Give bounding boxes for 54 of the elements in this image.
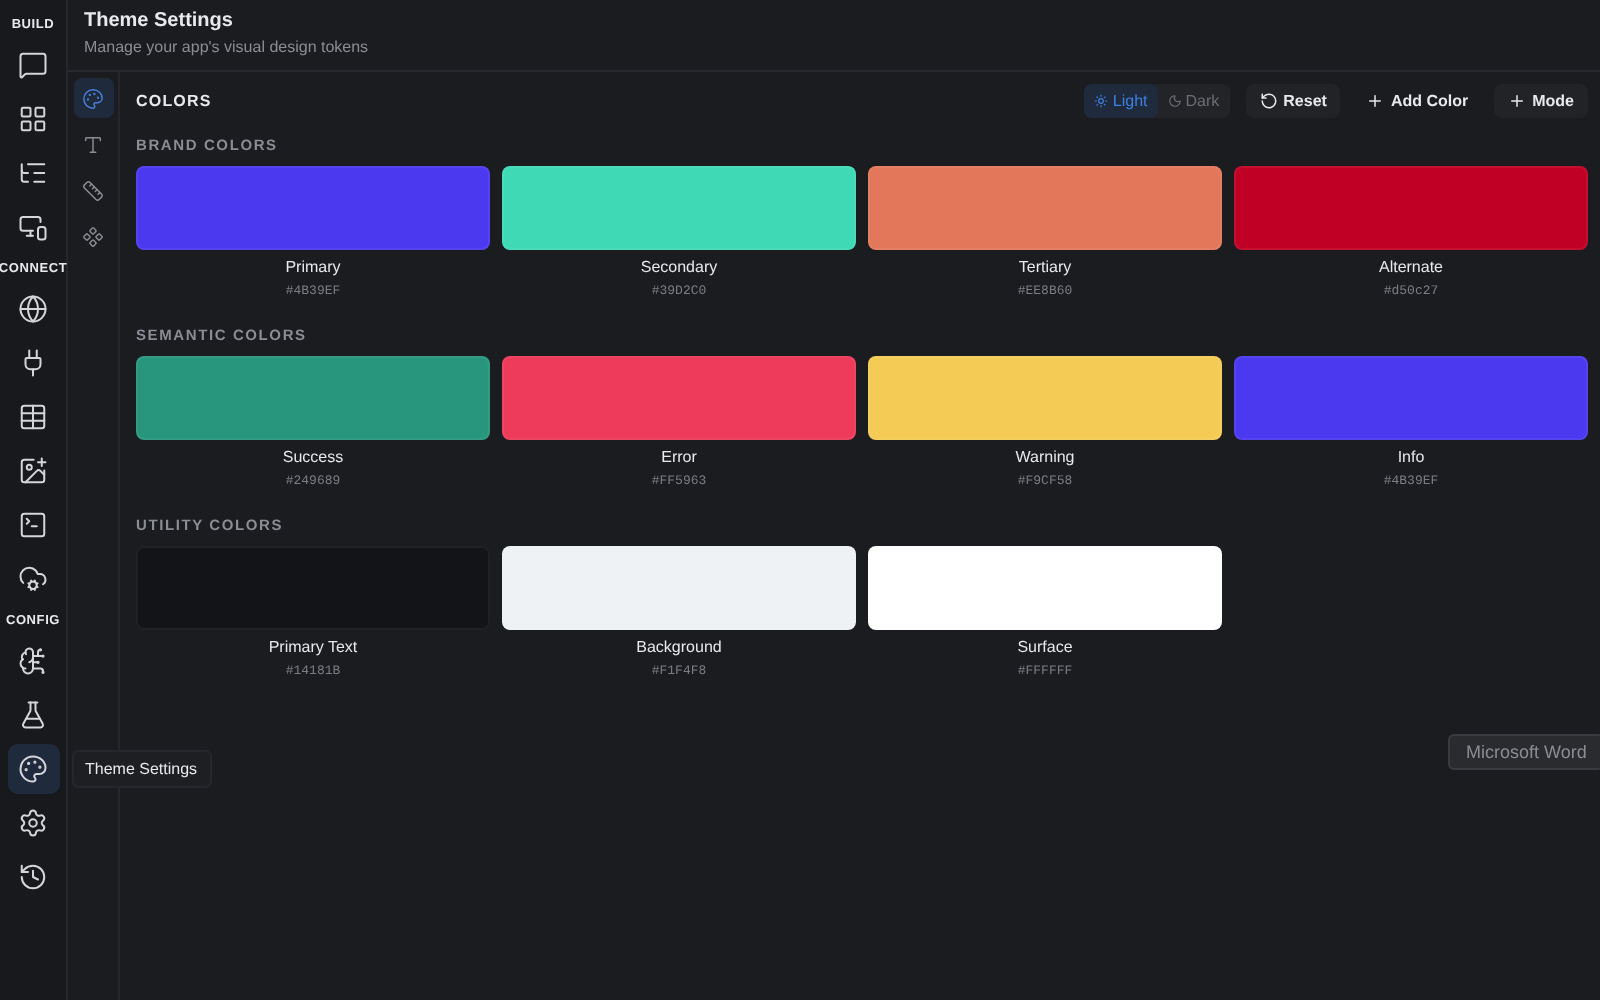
toolbar-button[interactable]: Reset <box>1245 83 1341 117</box>
globe-icon <box>18 294 48 324</box>
toolbar-button[interactable]: Mode <box>1494 83 1588 117</box>
swatch-name: Info <box>1397 448 1425 466</box>
palette-icon <box>82 87 104 109</box>
color-swatch[interactable] <box>502 356 856 440</box>
color-swatch[interactable] <box>1234 166 1588 250</box>
tooltip: Theme Settings <box>71 750 212 788</box>
swatch-name: Secondary <box>640 258 718 276</box>
swatch-name: Alternate <box>1378 258 1444 276</box>
swatch-name: Primary <box>285 258 341 276</box>
page-subtitle: Manage your app's visual design tokens <box>84 38 371 56</box>
swatch-name: Background <box>636 638 722 656</box>
settings-icon <box>18 808 48 838</box>
swatch-name: Tertiary <box>1018 258 1072 276</box>
palette-icon <box>18 754 48 784</box>
color-swatch[interactable] <box>1234 356 1588 440</box>
mode-tab[interactable]: Light <box>1084 83 1158 117</box>
color-swatch[interactable] <box>868 356 1222 440</box>
ruler-icon <box>82 179 104 201</box>
component-icon <box>82 225 104 247</box>
grid-icon <box>18 104 48 134</box>
cloud-gear-icon <box>18 564 48 594</box>
color-swatch[interactable] <box>502 546 856 630</box>
page-title: Theme Settings <box>84 10 235 32</box>
plus-icon <box>1508 91 1527 109</box>
color-swatch[interactable] <box>868 166 1222 250</box>
plus-icon <box>1366 91 1385 109</box>
terminal-icon <box>18 510 48 540</box>
sun-icon <box>1094 93 1109 107</box>
text-icon <box>82 133 104 155</box>
reset-icon <box>1259 91 1278 109</box>
image-plus-icon <box>18 456 48 486</box>
tooltip: Microsoft Word <box>1448 734 1600 770</box>
chat-icon <box>18 50 48 80</box>
color-swatch[interactable] <box>502 166 856 250</box>
history-icon <box>18 862 48 892</box>
swatch-name: Warning <box>1015 448 1075 466</box>
color-swatch[interactable] <box>136 356 490 440</box>
swatch-name: Surface <box>1017 638 1073 656</box>
moon-icon <box>1167 93 1182 107</box>
swatch-name: Primary Text <box>268 638 358 656</box>
toolbar-button[interactable]: Add Color <box>1352 83 1483 117</box>
swatch-name: Error <box>661 448 697 466</box>
section-title: COLORS <box>136 91 214 109</box>
color-swatch[interactable] <box>868 546 1222 630</box>
brain-icon <box>18 646 48 676</box>
sub-nav-button[interactable] <box>73 78 113 118</box>
flask-icon <box>18 700 48 730</box>
swatch-name: Success <box>282 448 344 466</box>
table-icon <box>18 402 48 432</box>
list-tree-icon <box>18 158 48 188</box>
color-swatch[interactable] <box>136 166 490 250</box>
devices-icon <box>18 212 48 242</box>
